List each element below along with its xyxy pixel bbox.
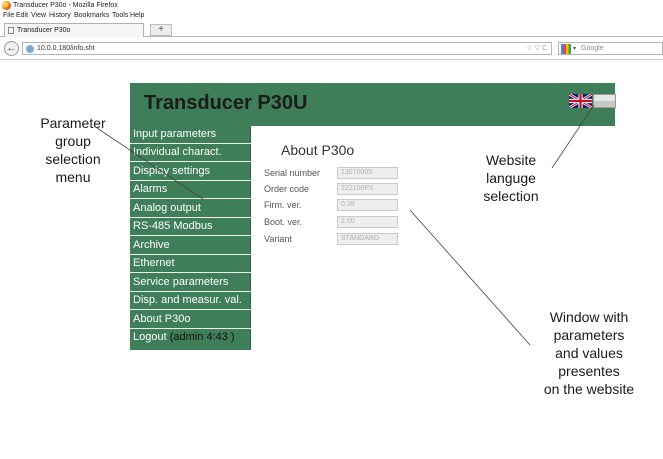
menu-help[interactable]: Help xyxy=(130,11,144,21)
browser-nav-bar: ← 10.0.0.180/info.sht ☆ ▽ C ▾ Google xyxy=(0,38,663,60)
url-text: 10.0.0.180/info.sht xyxy=(37,45,95,52)
menu-annotation-line-3: selection xyxy=(45,151,101,167)
language-annotation: Website languge selection xyxy=(468,151,554,205)
window-leader-line xyxy=(409,209,531,346)
serial-number-label: Serial number xyxy=(264,168,321,178)
page-title: Transducer P30U xyxy=(144,92,308,114)
polish-flag-icon[interactable] xyxy=(593,94,616,108)
boot-version-label: Boot. ver. xyxy=(264,217,303,227)
menu-tools[interactable]: Tools xyxy=(112,11,128,21)
firmware-version-label: Firm. ver. xyxy=(264,200,302,210)
order-code-label: Order code xyxy=(264,184,310,194)
menu-item-disp-measur-val[interactable]: Disp. and measur. val. xyxy=(130,292,251,310)
window-title: Transducer P30o - Mozilla Firefox xyxy=(13,2,118,9)
window-annotation-line-2: parameters xyxy=(553,327,625,343)
url-bar[interactable]: 10.0.0.180/info.sht ☆ ▽ C xyxy=(22,42,552,55)
menu-history[interactable]: History xyxy=(49,11,71,21)
menu-item-display-settings[interactable]: Display settings xyxy=(130,163,251,181)
variant-label: Variant xyxy=(264,234,292,244)
firefox-icon xyxy=(2,1,11,10)
browser-tab-bar: Transducer P30o + xyxy=(0,21,663,37)
menu-annotation-line-4: menu xyxy=(55,169,91,185)
menu-file[interactable]: File xyxy=(3,11,14,21)
search-placeholder: Google xyxy=(581,45,604,52)
menu-item-rs485-modbus[interactable]: RS-485 Modbus xyxy=(130,218,251,236)
menu-bookmarks[interactable]: Bookmarks xyxy=(74,11,109,21)
menu-item-about[interactable]: About P30o xyxy=(130,311,251,329)
language-annotation-line-2: languge xyxy=(486,170,536,186)
menu-item-logout[interactable]: Logout (admin 4:43 ) xyxy=(130,329,251,347)
logout-label: Logout xyxy=(133,331,167,343)
menu-item-service-parameters[interactable]: Service parameters xyxy=(130,274,251,292)
firmware-version-field: 0.38 xyxy=(337,199,398,211)
menu-view[interactable]: View xyxy=(31,11,46,21)
variant-field: STANDARD xyxy=(337,233,398,245)
chevron-down-icon[interactable]: ▾ xyxy=(573,43,576,55)
menu-edit[interactable]: Edit xyxy=(16,11,28,21)
menu-item-archive[interactable]: Archive xyxy=(130,237,251,255)
url-bar-icons[interactable]: ☆ ▽ C xyxy=(526,43,547,55)
menu-item-individual-charact[interactable]: Individual charact. xyxy=(130,144,251,162)
window-annotation: Window with parameters and values presen… xyxy=(526,308,652,398)
menu-item-input-parameters[interactable]: Input parameters xyxy=(130,126,251,144)
google-icon[interactable] xyxy=(561,44,571,54)
uk-flag-icon[interactable] xyxy=(569,94,592,108)
window-annotation-line-4: presentes xyxy=(558,363,620,379)
menu-item-analog-output[interactable]: Analog output xyxy=(130,200,251,218)
menu-item-ethernet[interactable]: Ethernet xyxy=(130,255,251,273)
logout-user: (admin 4:43 ) xyxy=(169,331,235,343)
search-box[interactable]: ▾ Google xyxy=(558,42,663,55)
tab-label: Transducer P30o xyxy=(17,27,71,34)
language-annotation-line-3: selection xyxy=(483,188,539,204)
page-icon xyxy=(8,27,14,34)
browser-title-bar: Transducer P30o - Mozilla Firefox xyxy=(0,0,663,11)
boot-version-field: 2.00 xyxy=(337,216,398,228)
browser-tab[interactable]: Transducer P30o xyxy=(4,23,144,37)
order-code-field: 222100PX xyxy=(337,183,398,195)
parameter-group-menu: Input parameters Individual charact. Dis… xyxy=(130,126,251,350)
section-title: About P30o xyxy=(281,142,355,158)
menu-annotation-line-2: group xyxy=(55,133,91,149)
window-annotation-line-1: Window with xyxy=(549,309,629,325)
window-annotation-line-3: and values xyxy=(555,345,623,361)
new-tab-button[interactable]: + xyxy=(150,24,172,36)
site-identity-icon[interactable] xyxy=(26,45,34,53)
browser-menu-bar: File Edit View History Bookmarks Tools H… xyxy=(0,11,663,21)
language-annotation-line-1: Website xyxy=(485,152,537,168)
menu-annotation-line-1: Parameter xyxy=(40,115,106,131)
menu-item-alarms[interactable]: Alarms xyxy=(130,181,251,199)
window-annotation-line-5: on the website xyxy=(543,381,635,397)
menu-annotation: Parameter group selection menu xyxy=(30,114,116,186)
page-header: Transducer P30U xyxy=(130,83,616,126)
serial-number-field: 13070005 xyxy=(337,167,398,179)
back-button[interactable]: ← xyxy=(4,41,19,56)
